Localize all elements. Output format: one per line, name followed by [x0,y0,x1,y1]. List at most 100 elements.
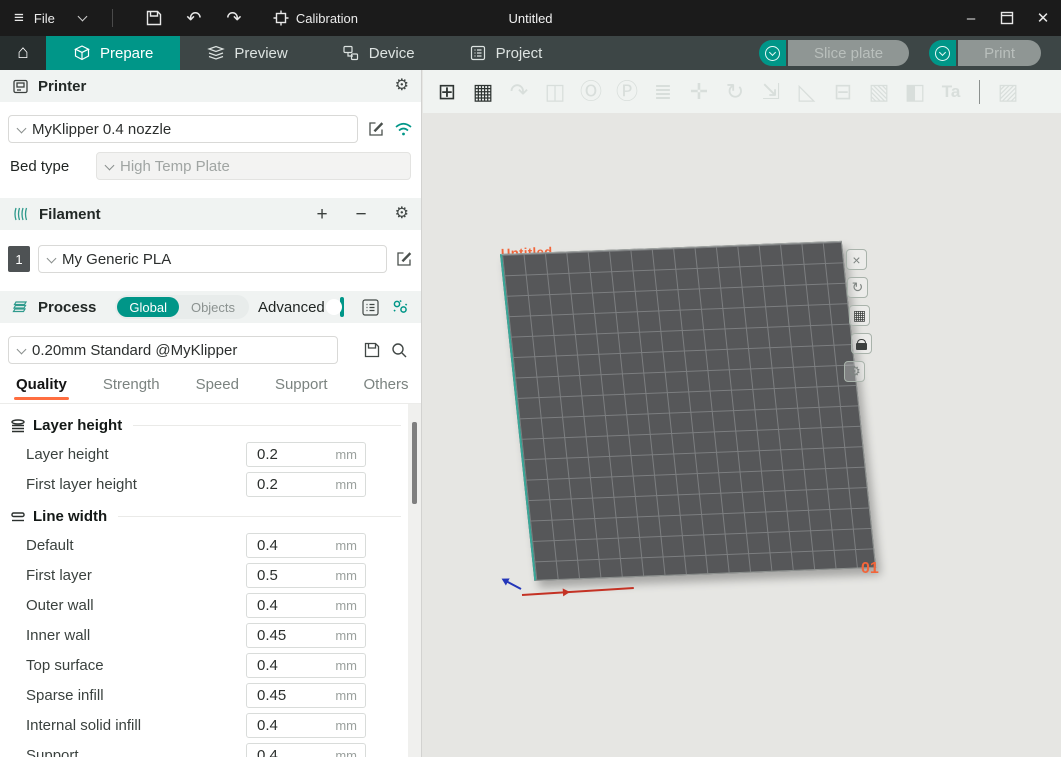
param-value: 0.5 [247,567,335,584]
slice-plate-button[interactable]: Slice plate [788,40,909,66]
text[interactable]: Ta [936,77,966,107]
close-button[interactable]: ✕ [1025,0,1061,36]
param-value: 0.4 [247,717,335,734]
line-width-icon [10,510,26,524]
scale[interactable]: ⇲ [756,77,786,107]
edit-printer-preset-icon[interactable] [367,120,385,138]
wifi-connection-icon[interactable] [394,121,413,137]
add-filament-icon[interactable]: + [316,205,327,224]
param-input[interactable]: 0.4 mm [246,593,366,618]
plate-settings[interactable]: ⚙ [844,361,865,382]
param-input[interactable]: 0.4 mm [246,533,366,558]
param-unit: mm [335,538,365,553]
param-input[interactable]: 0.4 mm [246,743,366,757]
filament-settings-gear-icon[interactable]: ⚙ [395,206,409,222]
print-button[interactable]: Print [958,40,1041,66]
tab-preview[interactable]: Preview [180,36,314,70]
move[interactable]: ✛ [684,77,714,107]
separator[interactable] [979,80,980,104]
scope-objects[interactable]: Objects [179,297,247,317]
print-button-group: Print [929,40,1041,66]
auto-orient[interactable]: ↷ [504,77,534,107]
main-tabbar: ⌂ Prepare Preview Device Project Slice p… [0,36,1061,70]
process-tab[interactable]: Speed [196,376,239,403]
process-tab[interactable]: Others [364,376,409,403]
param-input[interactable]: 0.4 mm [246,653,366,678]
param-input[interactable]: 0.45 mm [246,683,366,708]
file-menu[interactable]: File [34,11,55,26]
maximize-button[interactable] [989,0,1025,36]
print-dropdown-button[interactable] [929,40,956,66]
compare-presets-icon[interactable] [391,298,409,316]
device-icon [342,44,360,62]
printer-settings-gear-icon[interactable]: ⚙ [395,78,409,94]
assembly-view[interactable]: ≣ [648,77,678,107]
remove-filament-icon[interactable]: − [356,205,367,224]
orient-plate[interactable]: ↻ [847,277,868,298]
param-row: Internal solid infill 0.4 mm [0,710,421,740]
param-value: 0.45 [247,687,335,704]
param-unit: mm [335,447,365,462]
tab-device[interactable]: Device [315,36,442,70]
paint-seam[interactable]: ▨ [993,77,1023,107]
group-header[interactable]: Layer height [0,408,421,439]
param-input[interactable]: 0.2 mm [246,472,366,497]
process-preset-select[interactable]: 0.20mm Standard @MyKlipper [8,336,338,364]
param-unit: mm [335,598,365,613]
divider [112,9,113,27]
rotate[interactable]: ↻ [720,77,750,107]
build-plate[interactable] [500,241,876,581]
param-group-line-width: Line width Default 0.4 mm First layer [0,499,421,757]
param-input[interactable]: 0.4 mm [246,713,366,738]
printer-preset-select[interactable]: MyKlipper 0.4 nozzle [8,115,358,143]
viewport-3d[interactable]: ⊞ ▦ ↷ ◫ Ⓞ Ⓟ ≣ ✛ ↻ ⇲ ◺ ⊟ [423,70,1061,757]
group-header[interactable]: Line width [0,499,421,530]
save-preset-icon[interactable] [363,341,381,359]
lock-plate[interactable] [851,333,872,354]
slice-dropdown-button[interactable] [759,40,786,66]
cut[interactable]: ⊟ [828,77,858,107]
process-tab[interactable]: Support [275,376,328,403]
process-tab[interactable]: Strength [103,376,160,403]
arrange-plate[interactable]: ▦ [849,305,870,326]
paste[interactable]: Ⓟ [612,77,642,107]
redo-icon[interactable]: ↷ [219,5,249,31]
add-plate[interactable]: ▦ [468,77,498,107]
fill-color[interactable]: ▧ [864,77,894,107]
process-tab[interactable]: Quality [16,376,67,403]
calibration-button[interactable]: Calibration [273,10,358,26]
bed-type-select[interactable]: High Temp Plate [96,152,411,180]
home-button[interactable]: ⌂ [0,36,46,70]
copy[interactable]: Ⓞ [576,77,606,107]
split-to-objects[interactable]: ◧ [900,77,930,107]
param-row: Top surface 0.4 mm [0,650,421,680]
filament-preset-select[interactable]: My Generic PLA [38,245,387,273]
save-icon[interactable] [139,5,169,31]
scope-global[interactable]: Global [117,297,179,317]
minimize-button[interactable]: – [953,0,989,36]
chevron-down-icon[interactable] [77,12,87,22]
param-label: First layer [26,567,246,584]
lay-on-face[interactable]: ◺ [792,77,822,107]
advanced-toggle[interactable] [340,297,344,317]
chevron-down-icon [47,253,57,263]
plate-action-buttons: × ↻ ▦ ⚙ [844,249,872,382]
param-unit: mm [335,748,365,757]
printer-icon [12,78,29,95]
param-input[interactable]: 0.45 mm [246,623,366,648]
param-input[interactable]: 0.2 mm [246,442,366,467]
undo-icon[interactable]: ↶ [179,5,209,31]
filament-slot-badge[interactable]: 1 [8,246,30,272]
param-label: First layer height [26,476,246,493]
search-icon[interactable] [390,341,408,359]
add-object[interactable]: ⊞ [432,77,462,107]
tab-project[interactable]: Project [442,36,570,70]
edit-filament-preset-icon[interactable] [395,250,413,268]
tab-prepare[interactable]: Prepare [46,36,180,70]
delete-plate[interactable]: × [846,249,867,270]
param-input[interactable]: 0.5 mm [246,563,366,588]
arrange[interactable]: ◫ [540,77,570,107]
hamburger-icon[interactable]: ≡ [14,8,24,28]
settings-list-icon[interactable] [361,298,380,317]
sidebar-scrollbar-thumb[interactable] [412,422,417,504]
